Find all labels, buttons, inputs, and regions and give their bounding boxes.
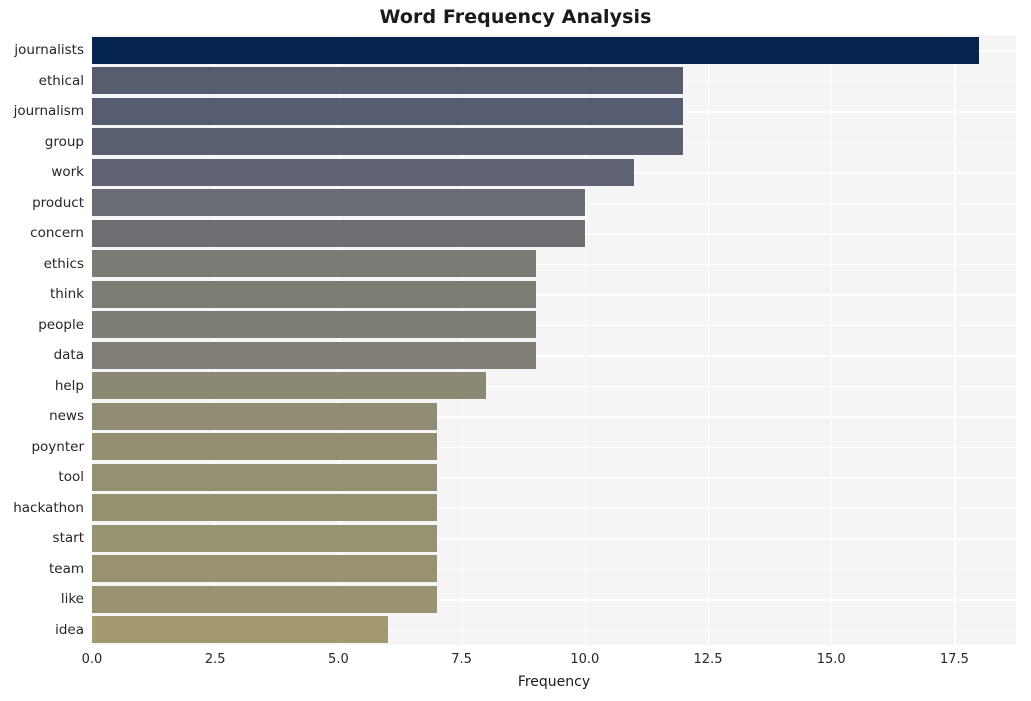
bar: [92, 555, 437, 583]
x-axis-tick-label: 7.5: [451, 652, 472, 667]
y-axis-tick-label: ethical: [38, 72, 84, 89]
chart-figure: Word Frequency Analysis journalists ethic…: [0, 0, 1031, 701]
bar: [92, 36, 980, 64]
y-axis-tick-label: concern: [30, 225, 84, 242]
bar: [92, 250, 536, 278]
y-axis-tick-label: like: [60, 591, 84, 608]
gridline-vertical: [954, 35, 956, 645]
bar: [92, 219, 585, 247]
x-axis-tick-label: 0.0: [81, 652, 103, 667]
y-axis-tick-label: help: [54, 377, 84, 394]
y-axis-tick-label: ethics: [43, 255, 84, 272]
x-axis-tick-label: 10.0: [570, 652, 600, 667]
bar: [92, 402, 437, 430]
y-axis-tick-label: poynter: [31, 438, 84, 455]
y-axis-tick-label: product: [32, 194, 84, 211]
gridline-vertical: [461, 35, 463, 645]
y-axis-tick-labels: journalists ethical journalism group work pro…: [0, 35, 84, 645]
bar: [92, 128, 684, 156]
y-axis-tick-label: journalism: [13, 103, 84, 120]
y-axis-tick-label: data: [53, 347, 84, 364]
y-axis-tick-label: news: [49, 408, 84, 425]
gridline-vertical: [831, 35, 833, 645]
bar: [92, 158, 635, 186]
gridline-vertical: [708, 35, 710, 645]
y-axis-tick-label: work: [51, 164, 84, 181]
chart-title: Word Frequency Analysis: [379, 6, 652, 28]
bar: [92, 97, 684, 125]
x-axis-tick-labels: 0.0 2.5 5.0 7.5 10.0 12.5 15.0 17.5: [0, 645, 1031, 675]
y-axis-tick-label: group: [44, 133, 84, 150]
x-axis-tick-label: 12.5: [693, 652, 723, 667]
plot-area: [92, 35, 1016, 645]
y-axis-tick-label: start: [52, 530, 84, 547]
x-axis-tick-label: 5.0: [328, 652, 349, 667]
y-axis-tick-label: hackathon: [13, 499, 84, 516]
bar: [92, 463, 437, 491]
bar: [92, 189, 585, 217]
y-axis-tick-label: people: [38, 316, 84, 333]
bar: [92, 341, 536, 369]
y-axis-tick-label: journalists: [14, 42, 84, 59]
bar: [92, 524, 437, 552]
x-axis-title: Frequency: [517, 674, 591, 690]
x-axis-tick-label: 17.5: [939, 652, 969, 667]
gridline-vertical: [92, 35, 94, 645]
y-axis-tick-label: tool: [58, 469, 84, 486]
x-axis-tick-label: 2.5: [204, 652, 226, 667]
bar: [92, 280, 536, 308]
bar: [92, 372, 487, 400]
y-axis-tick-label: idea: [55, 621, 84, 638]
x-axis-tick-label: 15.0: [816, 652, 846, 667]
gridline-vertical: [584, 35, 587, 645]
gridline-vertical: [338, 35, 340, 645]
y-axis-tick-label: team: [48, 560, 84, 577]
y-axis-tick-label: think: [50, 286, 84, 303]
bar: [92, 433, 437, 461]
bar: [92, 494, 437, 522]
bar: [92, 311, 536, 339]
bar: [92, 67, 684, 95]
gridline-vertical: [215, 35, 217, 645]
bar: [92, 616, 388, 644]
bar: [92, 585, 437, 613]
